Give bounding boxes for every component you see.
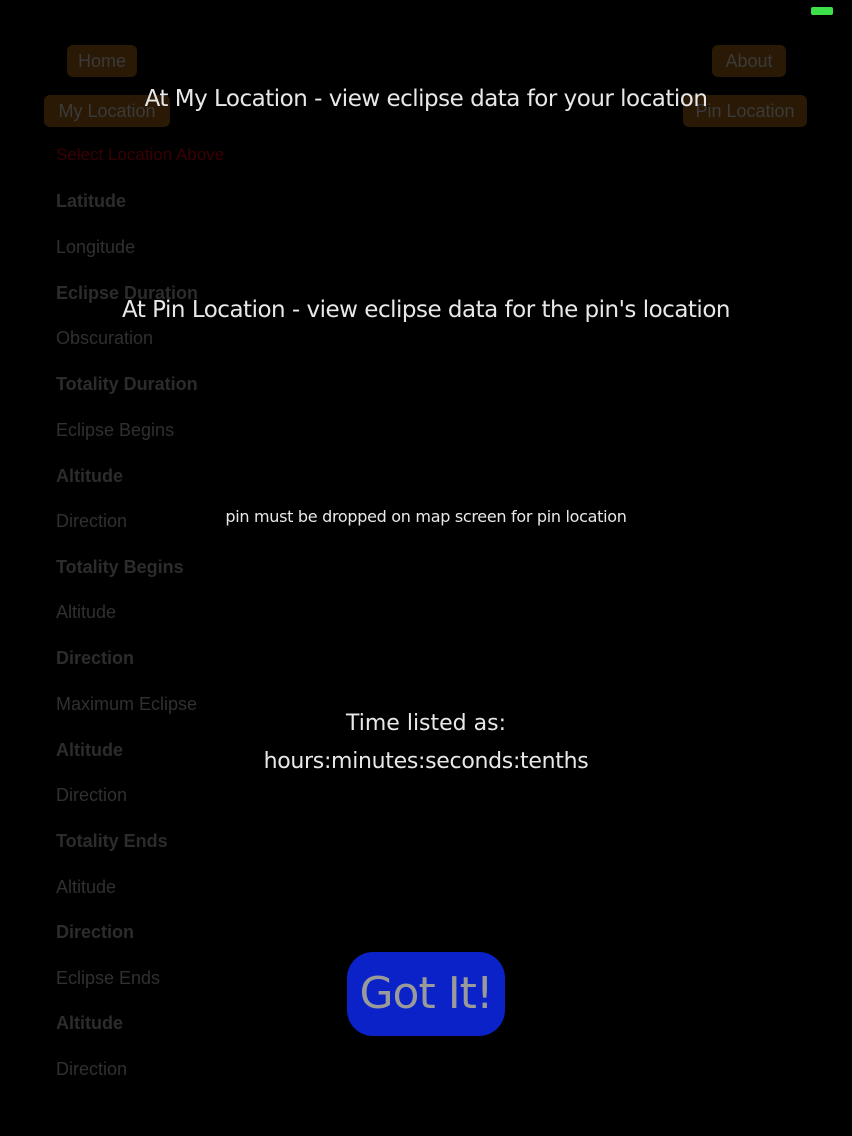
list-item-totality-ends: Totality Ends [56,831,168,851]
list-item-altitude: Altitude [56,602,117,622]
list-item-maximum-eclipse: Maximum Eclipse [56,694,198,714]
pin-note-text: pin must be dropped on map screen for pi… [225,507,627,526]
list-item-obscuration: Obscuration [56,328,154,348]
list-item-totality-begins: Totality Begins [56,557,184,577]
list-item-direction: Direction [56,785,128,805]
list-item-eclipse-begins: Eclipse Begins [56,420,175,440]
list-item-latitude: Latitude [56,191,126,211]
time-format-text: hours:minutes:seconds:tenths [263,749,589,774]
pin-location-help-text: At Pin Location - view eclipse data for … [122,297,730,323]
about-button[interactable]: About [712,45,786,77]
my-location-help-text: At My Location - view eclipse data for y… [144,86,708,112]
list-item-altitude: Altitude [56,877,117,897]
list-item-longitude: Longitude [56,237,136,257]
list-item-direction: Direction [56,648,135,668]
list-item-altitude: Altitude [56,1013,123,1033]
list-item-direction: Direction [56,922,135,942]
list-item-totality-duration: Totality Duration [56,374,198,394]
list-item-eclipse-ends: Eclipse Ends [56,968,161,988]
list-item-direction: Direction [56,511,128,531]
time-format-heading: Time listed as: [346,711,506,736]
select-location-prompt: Select Location Above [56,145,225,164]
list-item-direction: Direction [56,1059,128,1079]
list-item-altitude: Altitude [56,466,123,486]
got-it-button[interactable]: Got It! [347,952,505,1036]
home-button[interactable]: Home [67,45,137,77]
list-item-altitude: Altitude [56,740,123,760]
battery-icon [811,7,833,15]
